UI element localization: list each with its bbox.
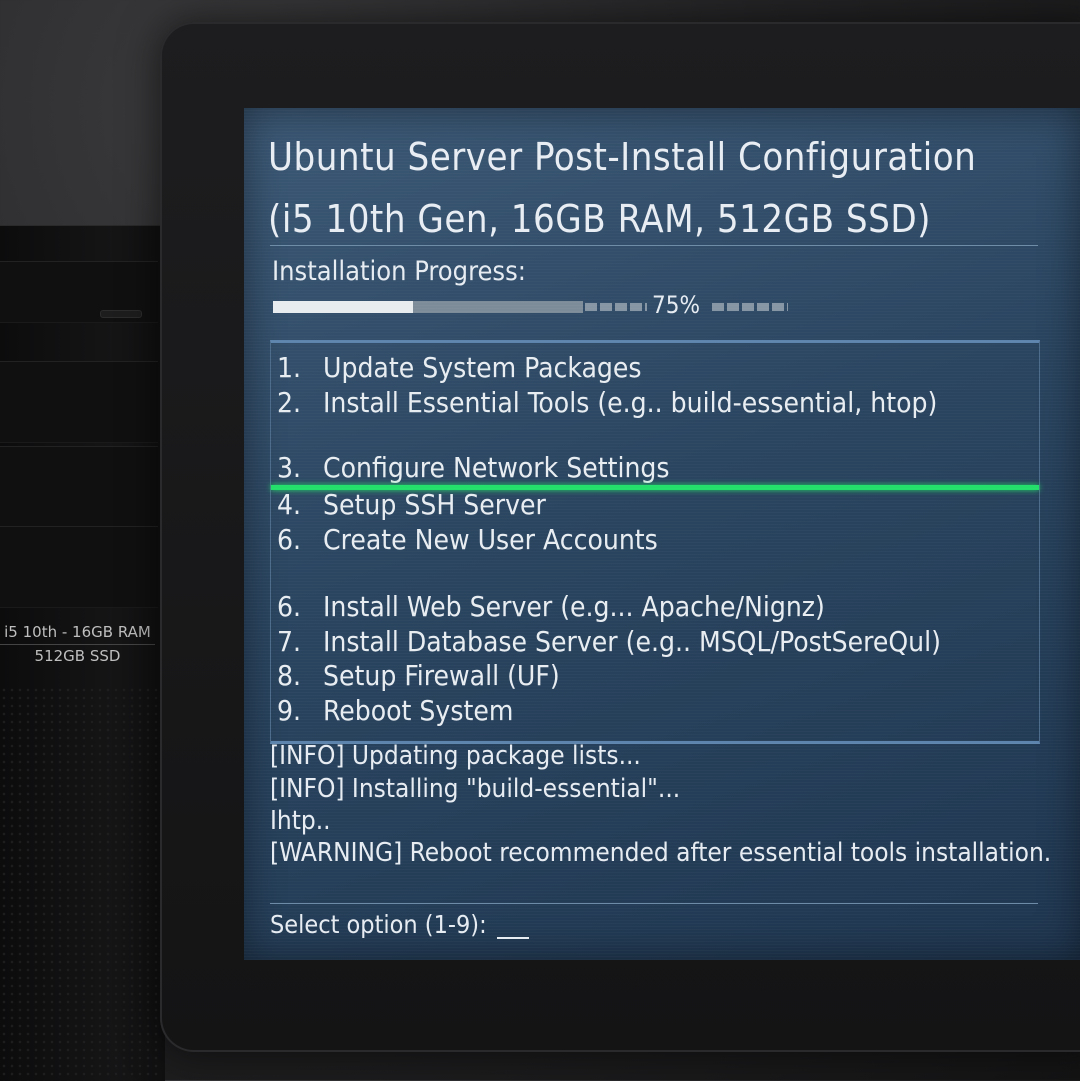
log-line: [INFO] Updating package lists...	[270, 741, 641, 771]
menu-item-update-packages[interactable]: 1. Update System Packages	[277, 351, 642, 384]
drive-bay	[0, 446, 158, 528]
title-line1: Ubuntu Server Post-Install Configuration	[268, 135, 977, 179]
menu-item-label: Install Database Server (e.g.. MSQL/Post…	[323, 625, 941, 658]
menu-item-database-server[interactable]: 7. Install Database Server (e.g.. MSQL/Po…	[277, 625, 941, 658]
menu-item-setup-ssh[interactable]: 4. Setup SSH Server	[277, 488, 546, 521]
menu-item-label: Update System Packages	[323, 351, 642, 384]
menu-item-number: 7.	[277, 625, 302, 658]
menu-item-label: Create New User Accounts	[323, 523, 658, 556]
divider	[270, 245, 1038, 246]
progress-percent: 75%	[652, 291, 700, 319]
menu-item-label: Install Web Server (e.g... Apache/Nignz)	[323, 590, 825, 623]
title-line2: (i5 10th Gen, 16GB RAM, 512GB SSD)	[268, 197, 931, 241]
terminal: Ubuntu Server Post-Install Configuration…	[244, 108, 1080, 960]
drive-bay	[0, 526, 158, 608]
spec-sticker-line2: 512GB SSD	[34, 647, 121, 665]
drive-slot	[100, 310, 142, 318]
command-prompt[interactable]: Select option (1-9):	[270, 910, 529, 939]
menu-item-number: 4.	[277, 488, 302, 521]
menu-item-install-tools[interactable]: 2. Install Essential Tools (e.g.. build-e…	[277, 386, 937, 419]
menu-item-number: 6.	[277, 523, 302, 556]
log-line-warning: [WARNING] Reboot recommended after essen…	[270, 838, 1052, 868]
menu-item-create-users[interactable]: 6. Create New User Accounts	[277, 523, 658, 556]
menu-item-label: Configure Network Settings	[323, 451, 670, 484]
prompt-label: Select option (1-9):	[270, 910, 487, 939]
menu-item-label: Setup SSH Server	[323, 488, 546, 521]
log-line: Ihtp..	[270, 806, 331, 836]
monitor-screen: Ubuntu Server Post-Install Configuration…	[244, 108, 1080, 960]
menu-item-number: 9.	[277, 694, 302, 727]
menu-item-firewall[interactable]: 8. Setup Firewall (UF)	[277, 659, 560, 692]
progress-label: Installation Progress:	[272, 256, 526, 287]
menu-item-number: 8.	[277, 659, 302, 692]
menu-item-configure-network[interactable]: 3. Configure Network Settings	[277, 451, 670, 484]
progress-dashes	[712, 303, 788, 311]
spec-sticker: i5 10th - 16GB RAM 512GB SSD	[0, 621, 155, 667]
menu-item-number: 2.	[277, 386, 302, 419]
menu-item-label: Install Essential Tools (e.g.. build-ess…	[323, 386, 938, 419]
page-title: Ubuntu Server Post-Install Configuration…	[268, 126, 976, 250]
menu-item-number: 6.	[277, 590, 302, 623]
progress-bar-fill	[273, 301, 413, 313]
menu-item-web-server[interactable]: 6. Install Web Server (e.g... Apache/Nign…	[277, 590, 825, 623]
spec-sticker-line1: i5 10th - 16GB RAM	[0, 621, 155, 645]
drive-bay	[0, 261, 158, 323]
pc-tower: i5 10th - 16GB RAM 512GB SSD	[0, 225, 165, 1081]
log-line: [INFO] Installing "build-essential"...	[270, 774, 681, 804]
options-menu: 1. Update System Packages 2. Install Essen…	[270, 340, 1040, 744]
progress-dashes	[585, 303, 647, 311]
menu-item-number: 3.	[277, 451, 302, 484]
progress-bar	[273, 301, 583, 313]
menu-item-label: Reboot System	[323, 694, 514, 727]
divider	[270, 903, 1038, 904]
tower-mesh-grille	[0, 686, 158, 1081]
menu-item-label: Setup Firewall (UF)	[323, 659, 560, 692]
input-cursor[interactable]	[496, 937, 529, 939]
menu-item-reboot[interactable]: 9. Reboot System	[277, 694, 513, 727]
menu-item-number: 1.	[277, 351, 302, 384]
drive-bay	[0, 361, 158, 443]
